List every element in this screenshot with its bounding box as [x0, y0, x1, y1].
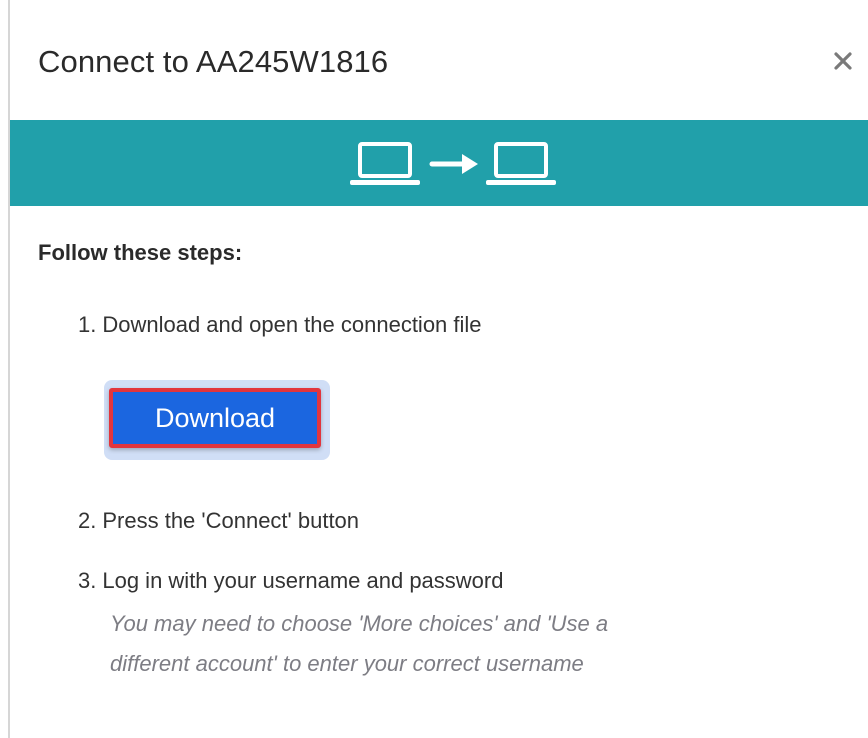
connection-illustration: [346, 138, 560, 190]
arrow-right-icon: [429, 154, 478, 174]
dialog-title: Connect to AA245W1816: [38, 44, 389, 79]
close-button[interactable]: [828, 46, 858, 76]
step-text: Download and open the connection file: [102, 312, 482, 337]
step-number: 1.: [78, 312, 97, 337]
dialog-header: Connect to AA245W1816: [10, 0, 868, 120]
connect-dialog: Connect to AA245W1816 Follow these steps…: [10, 0, 868, 738]
connection-banner: [10, 120, 868, 206]
step-number: 3.: [78, 568, 97, 593]
laptop-icon: [486, 142, 556, 185]
steps-heading: Follow these steps:: [38, 240, 243, 265]
step-note-line: You may need to choose 'More choices' an…: [110, 611, 609, 636]
download-button[interactable]: Download: [109, 388, 321, 448]
download-button-focus-ring: Download: [104, 380, 330, 460]
step-item: 3. Log in with your username and password: [78, 568, 503, 594]
step-item: 2. Press the 'Connect' button: [78, 508, 359, 534]
step-text: Log in with your username and password: [102, 568, 504, 593]
laptop-icon: [350, 142, 420, 185]
close-icon: [834, 52, 852, 70]
step-note-line: different account' to enter your correct…: [110, 651, 584, 676]
step-item: 1. Download and open the connection file: [78, 312, 482, 338]
step-number: 2.: [78, 508, 97, 533]
step-text: Press the 'Connect' button: [102, 508, 360, 533]
